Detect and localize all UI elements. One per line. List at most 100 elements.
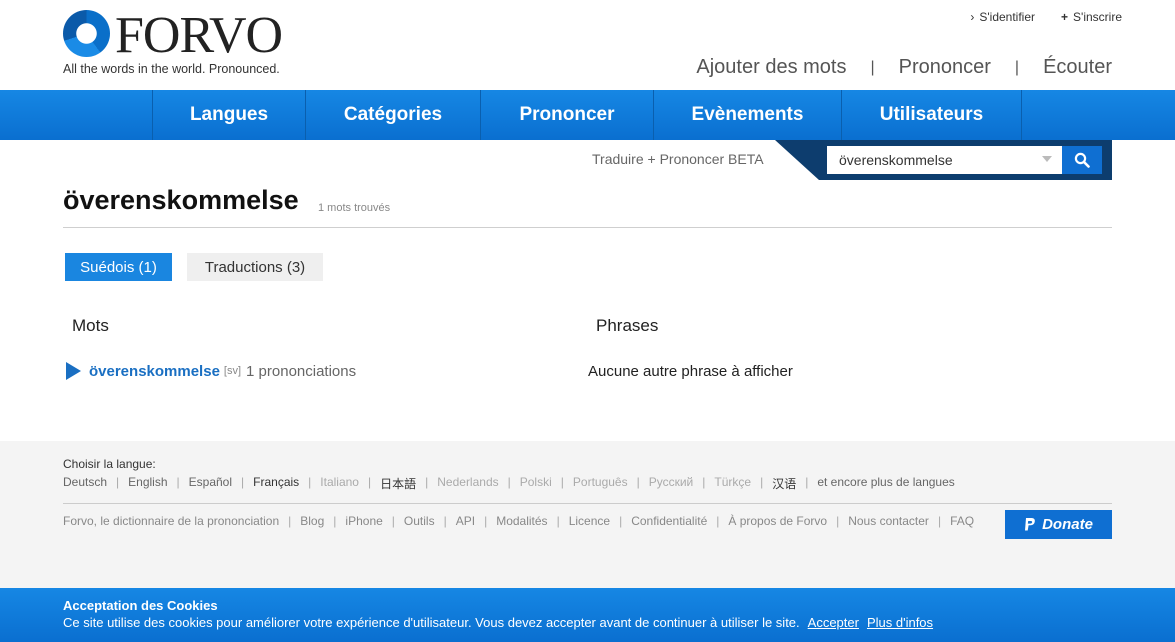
more-languages-link[interactable]: et encore plus de langues [817,475,954,492]
language-link[interactable]: English [128,475,167,492]
main-actions: Ajouter des mots | Prononcer | Écouter [696,56,1112,79]
language-link[interactable]: Français [253,475,299,492]
chevron-right-icon: › [970,10,975,24]
search-bar [775,140,1112,180]
language-list: Deutsch | English | Español | Français | Ita… [63,475,955,492]
footer-link-home[interactable]: Forvo, le dictionnaire de la prononciati… [63,514,279,528]
language-link[interactable]: 日本語 [380,475,416,492]
nav-item-events[interactable]: Evènements [653,90,841,140]
divider: | [870,58,875,76]
footer-link-contact[interactable]: Nous contacter [848,514,929,528]
listen-link[interactable]: Écouter [1043,56,1112,79]
no-phrases-text: Aucune autre phrase à afficher [588,363,793,380]
divider: | [760,475,764,489]
footer-link-api[interactable]: API [456,514,475,528]
language-code: [sv] [223,365,242,377]
cookie-more-info-link[interactable]: Plus d'infos [867,615,933,630]
nav-item-pronounce[interactable]: Prononcer [480,90,653,140]
forvo-logo[interactable]: FORVO All the words in the world. Pronou… [63,10,293,80]
footer-link-about[interactable]: À propos de Forvo [728,514,827,528]
divider: | [241,475,245,489]
list-item: överenskommelse [sv] 1 prononciations [66,362,356,380]
divider: | [702,475,706,489]
divider: | [619,514,623,528]
translate-pronounce-link[interactable]: Traduire + Prononcer BETA [592,151,764,167]
divider: | [805,475,809,489]
search-icon [1074,152,1090,168]
login-link[interactable]: › S'identifier [970,10,1035,24]
divider: | [391,514,395,528]
language-link[interactable]: Español [189,475,232,492]
signup-link[interactable]: + S'inscrire [1061,10,1122,24]
donate-button[interactable]: Donate [1005,510,1112,539]
language-link[interactable]: Português [573,475,628,492]
divider: | [176,475,180,489]
divider [63,503,1112,504]
language-link[interactable]: Türkçe [714,475,751,492]
signup-label: S'inscrire [1073,10,1122,24]
play-icon[interactable] [66,362,81,380]
divider: | [1014,58,1020,76]
footer-link-faq[interactable]: FAQ [950,514,974,528]
divider [63,227,1112,228]
divider: | [484,514,488,528]
footer-link-terms[interactable]: Modalités [496,514,547,528]
footer-link-iphone[interactable]: iPhone [345,514,382,528]
divider: | [560,475,564,489]
page-title: överenskommelse [63,185,299,215]
divider: | [308,475,312,489]
search-wedge [775,140,819,180]
cookie-message: Ce site utilise des cookies pour amélior… [63,615,800,630]
search-input[interactable] [827,146,1062,174]
divider: | [937,514,942,528]
language-link[interactable]: Deutsch [63,475,107,492]
language-link[interactable]: Polski [520,475,552,492]
language-label: Choisir la langue: [63,457,156,471]
divider: | [636,475,640,489]
pronounce-link[interactable]: Prononcer [899,56,991,79]
footer-links: Forvo, le dictionnaire de la prononciati… [63,514,974,528]
results-count: 1 mots trouvés [318,202,391,214]
words-header: Mots [72,316,109,335]
cookie-accept-link[interactable]: Accepter [808,615,859,630]
site-header: FORVO All the words in the world. Pronou… [0,0,1175,90]
divider: | [288,514,292,528]
language-link[interactable]: Nederlands [437,475,498,492]
language-link[interactable]: Italiano [320,475,359,492]
divider: | [425,475,429,489]
paypal-icon [1025,518,1035,531]
footer-link-tools[interactable]: Outils [404,514,435,528]
phrases-header: Phrases [596,316,659,335]
divider: | [556,514,560,528]
nav-item-categories[interactable]: Catégories [305,90,480,140]
word-link[interactable]: överenskommelse [89,363,220,380]
cookie-message-row: Ce site utilise des cookies pour amélior… [63,615,933,630]
divider: | [716,514,720,528]
divider: | [443,514,447,528]
donate-label: Donate [1042,516,1093,533]
tab-swedish[interactable]: Suédois (1) [65,253,172,281]
language-link[interactable]: 汉语 [772,475,796,492]
footer-link-blog[interactable]: Blog [300,514,324,528]
plus-icon: + [1061,10,1069,24]
logo-tagline: All the words in the world. Pronounced. [63,62,280,76]
nav-item-languages[interactable]: Langues [152,90,305,140]
search-box [819,140,1112,180]
footer-link-license[interactable]: Licence [569,514,610,528]
divider: | [116,475,120,489]
pronunciation-count: 1 prononciations [246,362,357,380]
cookie-title: Acceptation des Cookies [63,598,218,613]
add-words-link[interactable]: Ajouter des mots [696,56,846,79]
site-footer: Choisir la langue: Deutsch | English | Esp… [0,441,1175,588]
search-button[interactable] [1062,146,1102,174]
divider: | [836,514,840,528]
dropdown-caret-icon[interactable] [1042,156,1052,162]
account-links: › S'identifier + S'inscrire [970,10,1122,24]
divider: | [367,475,372,489]
divider: | [333,514,337,528]
footer-link-privacy[interactable]: Confidentialité [631,514,707,528]
tab-translations[interactable]: Traductions (3) [187,253,323,281]
nav-item-users[interactable]: Utilisateurs [841,90,1022,140]
logo-text: FORVO [115,7,283,64]
language-link[interactable]: Русский [649,475,694,492]
